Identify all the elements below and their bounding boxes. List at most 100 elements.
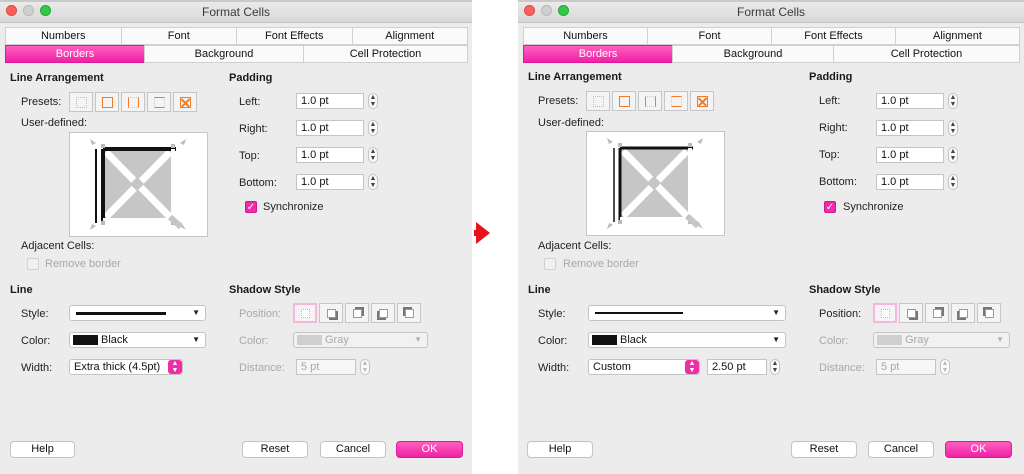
shadow-top-left-button[interactable] [397, 303, 421, 323]
line-heading: Line [528, 284, 551, 296]
cancel-button[interactable]: Cancel [868, 441, 934, 458]
line-width-select[interactable]: Custom ▲ ▼ [588, 359, 700, 375]
color-swatch [592, 335, 617, 345]
line-color-select[interactable]: Black ▼ [588, 332, 786, 348]
line-style-select[interactable]: ▼ [69, 305, 206, 321]
shadow-color-select[interactable]: Gray ▼ [873, 332, 1010, 348]
shadow-none-button[interactable] [873, 303, 897, 323]
tab-borders[interactable]: Borders [523, 45, 673, 63]
remove-border-checkbox[interactable]: ✓ [544, 258, 556, 270]
padding-left-label: Left: [819, 95, 841, 107]
help-button[interactable]: Help [10, 441, 75, 458]
remove-border-label: Remove border [45, 258, 121, 270]
padding-top-stepper[interactable]: ▲ ▼ [368, 147, 378, 163]
synchronize-label: Synchronize [263, 201, 324, 213]
padding-bottom-field[interactable]: 1.0 pt [876, 174, 944, 190]
preset-left-right-button[interactable] [638, 91, 662, 111]
help-button[interactable]: Help [527, 441, 593, 458]
padding-right-field[interactable]: 1.0 pt [876, 120, 944, 136]
tab-font-effects[interactable]: Font Effects [771, 27, 896, 45]
shadow-bottom-left-button[interactable] [371, 303, 395, 323]
preset-all-button[interactable] [612, 91, 636, 111]
ok-button[interactable]: OK [396, 441, 463, 458]
padding-left-stepper[interactable]: ▲ ▼ [948, 93, 958, 109]
padding-left-field[interactable]: 1.0 pt [296, 93, 364, 109]
title-bar: Format Cells [518, 0, 1024, 23]
shadow-bottom-right-button[interactable] [319, 303, 343, 323]
line-width-select[interactable]: Extra thick (4.5pt) ▲ ▼ [69, 359, 183, 375]
padding-right-field[interactable]: 1.0 pt [296, 120, 364, 136]
shadow-distance-field[interactable]: 5 pt [296, 359, 356, 375]
shadow-color-select[interactable]: Gray ▼ [293, 332, 428, 348]
preset-none-button[interactable] [69, 92, 93, 112]
tab-numbers[interactable]: Numbers [523, 27, 648, 45]
right-arrow-icon [476, 222, 490, 244]
preset-top-bottom-button[interactable] [664, 91, 688, 111]
padding-top-field[interactable]: 1.0 pt [876, 147, 944, 163]
shadow-distance-field[interactable]: 5 pt [876, 359, 936, 375]
shadow-top-right-button[interactable] [925, 303, 949, 323]
shadow-bottom-right-button[interactable] [899, 303, 923, 323]
line-color-select[interactable]: Black ▼ [69, 332, 206, 348]
preset-none-button[interactable] [586, 91, 610, 111]
preset-left-right-button[interactable] [121, 92, 145, 112]
color-swatch [73, 335, 98, 345]
reset-button[interactable]: Reset [242, 441, 308, 458]
tab-bar: Numbers Font Font Effects Alignment Bord… [5, 27, 468, 63]
tab-borders[interactable]: Borders [5, 45, 145, 63]
title-bar: Format Cells [0, 0, 472, 23]
user-defined-border-canvas[interactable] [586, 131, 725, 236]
padding-right-stepper[interactable]: ▲ ▼ [368, 120, 378, 136]
shadow-distance-stepper[interactable]: ▲ ▼ [940, 359, 950, 375]
user-defined-border-canvas[interactable] [69, 132, 208, 237]
padding-bottom-stepper[interactable]: ▲ ▼ [948, 174, 958, 190]
adjacent-cells-label: Adjacent Cells: [538, 240, 612, 252]
line-heading: Line [10, 284, 33, 296]
tab-font[interactable]: Font [647, 27, 772, 45]
padding-left-field[interactable]: 1.0 pt [876, 93, 944, 109]
shadow-top-right-icon [352, 308, 362, 318]
tab-bar: Numbers Font Font Effects Alignment Bord… [523, 27, 1020, 63]
shadow-bottom-left-button[interactable] [951, 303, 975, 323]
shadow-top-right-button[interactable] [345, 303, 369, 323]
color-swatch [877, 335, 902, 345]
tab-font-effects[interactable]: Font Effects [236, 27, 353, 45]
cancel-button[interactable]: Cancel [320, 441, 386, 458]
presets-group [69, 92, 197, 112]
synchronize-checkbox[interactable]: ✓ [824, 201, 836, 213]
padding-bottom-field[interactable]: 1.0 pt [296, 174, 364, 190]
synchronize-checkbox[interactable]: ✓ [245, 201, 257, 213]
shadow-none-button[interactable] [293, 303, 317, 323]
tab-cell-protection[interactable]: Cell Protection [303, 45, 468, 63]
remove-border-checkbox[interactable]: ✓ [27, 258, 39, 270]
padding-left-stepper[interactable]: ▲ ▼ [368, 93, 378, 109]
padding-top-field[interactable]: 1.0 pt [296, 147, 364, 163]
dropdown-arrow-icon: ▼ [996, 335, 1004, 344]
preset-all-button[interactable] [95, 92, 119, 112]
dialog-title: Format Cells [736, 5, 805, 19]
tab-font[interactable]: Font [120, 27, 237, 45]
ok-button[interactable]: OK [945, 441, 1012, 458]
diagonal-borders-icon [179, 96, 191, 108]
padding-right-stepper[interactable]: ▲ ▼ [948, 120, 958, 136]
padding-top-stepper[interactable]: ▲ ▼ [948, 147, 958, 163]
tab-alignment[interactable]: Alignment [351, 27, 468, 45]
tab-background[interactable]: Background [144, 45, 304, 63]
shadow-position-group [873, 303, 1001, 323]
preset-diagonal-button[interactable] [173, 92, 197, 112]
format-cells-dialog-after: Format Cells Numbers Font Font Effects A… [518, 0, 1024, 474]
line-style-select[interactable]: ▼ [588, 305, 786, 321]
tab-cell-protection[interactable]: Cell Protection [833, 45, 1020, 63]
shadow-distance-stepper[interactable]: ▲ ▼ [360, 359, 370, 375]
preset-top-bottom-button[interactable] [147, 92, 171, 112]
preset-diagonal-button[interactable] [690, 91, 714, 111]
tab-alignment[interactable]: Alignment [895, 27, 1020, 45]
tab-numbers[interactable]: Numbers [5, 27, 122, 45]
presets-label: Presets: [538, 95, 579, 107]
line-width-custom-stepper[interactable]: ▲ ▼ [770, 359, 780, 375]
padding-bottom-stepper[interactable]: ▲ ▼ [368, 174, 378, 190]
reset-button[interactable]: Reset [791, 441, 857, 458]
tab-background[interactable]: Background [672, 45, 834, 63]
line-width-custom-field[interactable]: 2.50 pt [707, 359, 767, 375]
shadow-top-left-button[interactable] [977, 303, 1001, 323]
